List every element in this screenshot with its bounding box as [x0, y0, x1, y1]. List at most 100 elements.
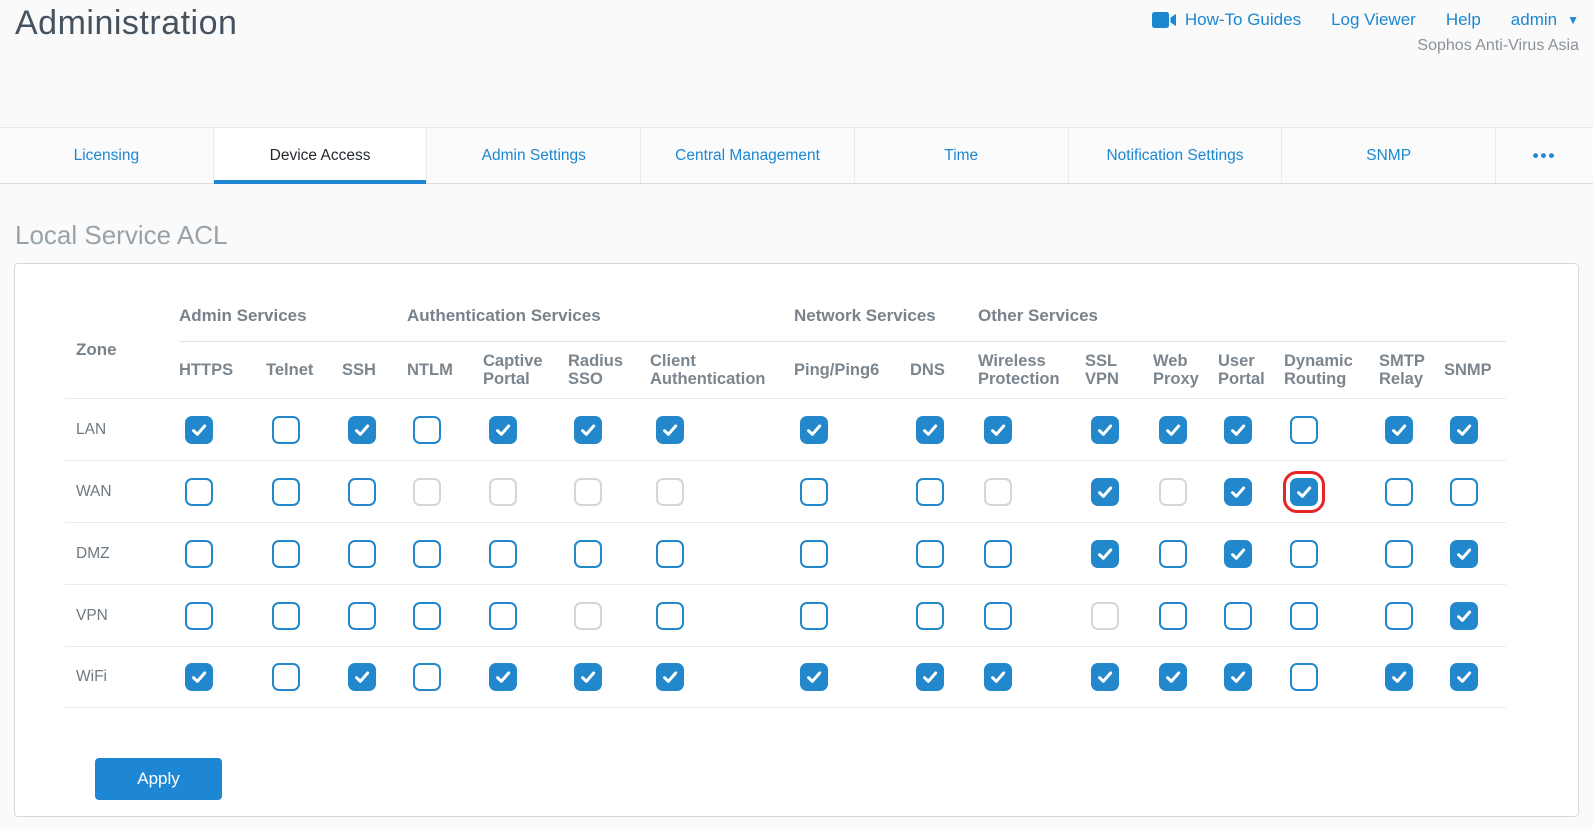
- checkbox-dmz-ssh[interactable]: [348, 540, 376, 568]
- checkbox-dmz-dns[interactable]: [916, 540, 944, 568]
- checkbox-wifi-user-portal[interactable]: [1224, 663, 1252, 691]
- checkbox-wifi-ping-ping6[interactable]: [800, 663, 828, 691]
- checkbox-dmz-https[interactable]: [185, 540, 213, 568]
- checkbox-wan-ping-ping6[interactable]: [800, 478, 828, 506]
- more-tabs-icon[interactable]: •••: [1495, 128, 1593, 183]
- checkbox-vpn-ssh[interactable]: [348, 602, 376, 630]
- tab-admin-settings[interactable]: Admin Settings: [426, 128, 640, 183]
- tab-licensing[interactable]: Licensing: [0, 128, 213, 183]
- checkbox-lan-https[interactable]: [185, 416, 213, 444]
- checkbox-lan-telnet[interactable]: [272, 416, 300, 444]
- checkbox-wan-snmp[interactable]: [1450, 478, 1478, 506]
- header-link-admin[interactable]: admin▼: [1511, 10, 1579, 30]
- header-link-log-viewer[interactable]: Log Viewer: [1331, 10, 1416, 30]
- checkbox-dmz-client-authentication[interactable]: [656, 540, 684, 568]
- checkbox-vpn-client-authentication[interactable]: [656, 602, 684, 630]
- checkbox-wan-user-portal[interactable]: [1224, 478, 1252, 506]
- checkbox-wifi-ssl-vpn[interactable]: [1091, 663, 1119, 691]
- checkbox-wifi-smtp-relay[interactable]: [1385, 663, 1413, 691]
- tab-snmp[interactable]: SNMP: [1281, 128, 1495, 183]
- checkbox-lan-ssl-vpn[interactable]: [1091, 416, 1119, 444]
- checkbox-vpn-smtp-relay[interactable]: [1385, 602, 1413, 630]
- checkbox-lan-wireless-protection[interactable]: [984, 416, 1012, 444]
- checkbox-vpn-snmp[interactable]: [1450, 602, 1478, 630]
- acl-cell: [1284, 522, 1379, 584]
- checkbox-dmz-ping-ping6[interactable]: [800, 540, 828, 568]
- checkbox-dmz-dynamic-routing[interactable]: [1290, 540, 1318, 568]
- checkbox-wifi-captive-portal[interactable]: [489, 663, 517, 691]
- tab-central-management[interactable]: Central Management: [640, 128, 854, 183]
- checkbox-vpn-dns[interactable]: [916, 602, 944, 630]
- checkbox-wifi-wireless-protection[interactable]: [984, 663, 1012, 691]
- checkbox-dmz-smtp-relay[interactable]: [1385, 540, 1413, 568]
- checkbox-vpn-telnet[interactable]: [272, 602, 300, 630]
- checkbox-lan-dynamic-routing[interactable]: [1290, 416, 1318, 444]
- checkbox-dmz-radius-sso[interactable]: [574, 540, 602, 568]
- acl-cell: [1085, 522, 1153, 584]
- checkbox-dmz-captive-portal[interactable]: [489, 540, 517, 568]
- checkbox-dmz-ntlm[interactable]: [413, 540, 441, 568]
- checkbox-dmz-telnet[interactable]: [272, 540, 300, 568]
- acl-cell: [910, 460, 978, 522]
- checkbox-vpn-web-proxy[interactable]: [1159, 602, 1187, 630]
- checkbox-wifi-ntlm[interactable]: [413, 663, 441, 691]
- header-link-how-to-guides[interactable]: How-To Guides: [1151, 10, 1301, 30]
- zone-label-wan: WAN: [65, 460, 179, 522]
- checkbox-lan-captive-portal[interactable]: [489, 416, 517, 444]
- checkbox-vpn-dynamic-routing[interactable]: [1290, 602, 1318, 630]
- acl-cell: [179, 398, 266, 460]
- checkbox-lan-ntlm[interactable]: [413, 416, 441, 444]
- checkbox-lan-user-portal[interactable]: [1224, 416, 1252, 444]
- checkbox-lan-smtp-relay[interactable]: [1385, 416, 1413, 444]
- checkbox-dmz-user-portal[interactable]: [1224, 540, 1252, 568]
- checkbox-lan-ping-ping6[interactable]: [800, 416, 828, 444]
- acl-cell: [1153, 522, 1218, 584]
- checkbox-wifi-web-proxy[interactable]: [1159, 663, 1187, 691]
- checkbox-wifi-client-authentication[interactable]: [656, 663, 684, 691]
- checkbox-lan-web-proxy[interactable]: [1159, 416, 1187, 444]
- acl-table: ZoneAdmin ServicesAuthentication Service…: [65, 302, 1531, 708]
- checkbox-wifi-https[interactable]: [185, 663, 213, 691]
- checkbox-dmz-wireless-protection[interactable]: [984, 540, 1012, 568]
- checkbox-vpn-user-portal[interactable]: [1224, 602, 1252, 630]
- acl-cell: [650, 584, 794, 646]
- checkbox-lan-snmp[interactable]: [1450, 416, 1478, 444]
- checkbox-vpn-https[interactable]: [185, 602, 213, 630]
- checkbox-wifi-radius-sso[interactable]: [574, 663, 602, 691]
- acl-cell: [266, 584, 342, 646]
- checkbox-wan-ssl-vpn[interactable]: [1091, 478, 1119, 506]
- checkbox-dmz-ssl-vpn[interactable]: [1091, 540, 1119, 568]
- checkbox-wifi-telnet[interactable]: [272, 663, 300, 691]
- checkbox-vpn-ntlm[interactable]: [413, 602, 441, 630]
- checkbox-wan-smtp-relay[interactable]: [1385, 478, 1413, 506]
- checkbox-wifi-ssh[interactable]: [348, 663, 376, 691]
- checkbox-lan-ssh[interactable]: [348, 416, 376, 444]
- checkbox-vpn-wireless-protection[interactable]: [984, 602, 1012, 630]
- checkbox-wan-telnet[interactable]: [272, 478, 300, 506]
- checkbox-lan-radius-sso[interactable]: [574, 416, 602, 444]
- checkbox-wifi-snmp[interactable]: [1450, 663, 1478, 691]
- column-header-user-portal: User Portal: [1218, 342, 1284, 398]
- checkbox-wan-dns[interactable]: [916, 478, 944, 506]
- checkbox-wifi-dynamic-routing[interactable]: [1290, 663, 1318, 691]
- tab-notification-settings[interactable]: Notification Settings: [1068, 128, 1282, 183]
- checkbox-vpn-ping-ping6[interactable]: [800, 602, 828, 630]
- checkbox-wifi-dns[interactable]: [916, 663, 944, 691]
- checkbox-vpn-captive-portal[interactable]: [489, 602, 517, 630]
- tab-device-access[interactable]: Device Access: [213, 128, 427, 183]
- checkbox-dmz-web-proxy[interactable]: [1159, 540, 1187, 568]
- acl-cell: [978, 460, 1085, 522]
- checkbox-lan-dns[interactable]: [916, 416, 944, 444]
- column-header-captive-portal: Captive Portal: [483, 342, 568, 398]
- checkbox-lan-client-authentication[interactable]: [656, 416, 684, 444]
- column-header-ssl-vpn: SSL VPN: [1085, 342, 1153, 398]
- column-header-smtp-relay: SMTP Relay: [1379, 342, 1444, 398]
- checkbox-dmz-snmp[interactable]: [1450, 540, 1478, 568]
- apply-button[interactable]: Apply: [95, 758, 222, 800]
- tab-time[interactable]: Time: [854, 128, 1068, 183]
- checkbox-wan-dynamic-routing-highlighted[interactable]: [1290, 478, 1318, 506]
- checkbox-wan-ssh[interactable]: [348, 478, 376, 506]
- checkbox-wan-https[interactable]: [185, 478, 213, 506]
- header-link-label: Help: [1446, 10, 1481, 30]
- header-link-help[interactable]: Help: [1446, 10, 1481, 30]
